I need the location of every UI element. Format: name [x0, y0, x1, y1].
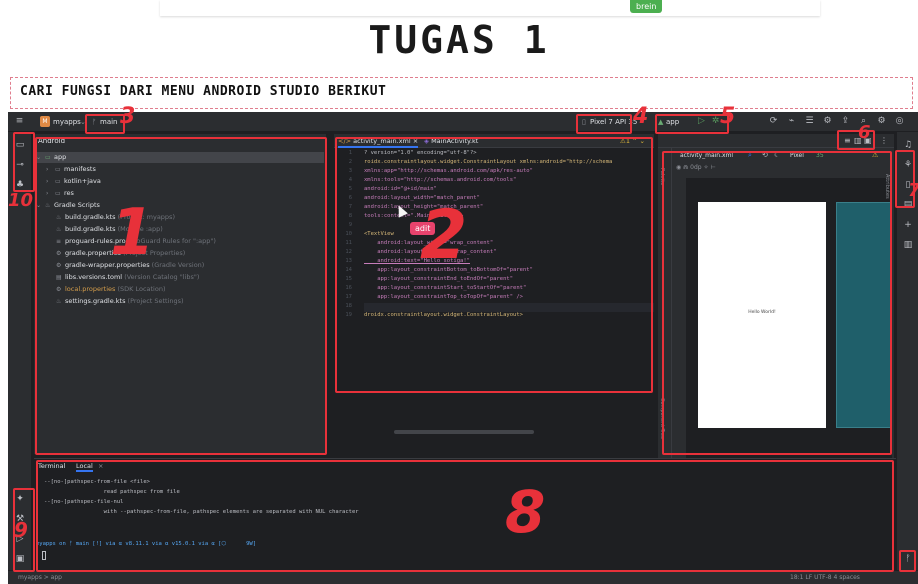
device-manager-icon[interactable]: ⚙ — [822, 116, 833, 127]
annotation-box-1 — [35, 137, 327, 455]
profiler-icon[interactable]: ⌁ — [786, 116, 797, 127]
annotation-number: 3 — [120, 104, 136, 129]
project-selector[interactable]: myapps — [53, 118, 81, 126]
sync-icon[interactable]: ⟳ — [768, 116, 779, 127]
slide-subtitle: CARI FUNGSI DARI MENU ANDROID STUDIO BER… — [20, 84, 387, 99]
sdk-manager-icon[interactable]: ⇪ — [840, 116, 851, 127]
annotation-number: 7 — [908, 180, 918, 201]
logcat-icon[interactable]: ☰ — [804, 116, 815, 127]
settings-gear-icon[interactable]: ⚙ — [876, 116, 887, 127]
hamburger-menu-icon[interactable]: ≡ — [14, 116, 25, 127]
annotation-number: 10 — [8, 190, 34, 211]
annotation-box-8 — [36, 460, 894, 572]
annotation-box-design — [662, 151, 892, 455]
annotation-box-3 — [85, 114, 125, 134]
annotation-number: 4 — [633, 104, 649, 129]
horizontal-scrollbar[interactable] — [394, 430, 534, 434]
device-explorer-icon[interactable]: ▥ — [901, 238, 915, 252]
annotation-number: 2 — [420, 196, 468, 275]
account-icon[interactable]: ◎ — [894, 116, 905, 127]
annotation-box-2 — [335, 137, 653, 393]
annotation-number: 6 — [858, 122, 871, 143]
annotation-number: 9 — [14, 518, 28, 542]
annotation-number: 8 — [505, 478, 546, 546]
breadcrumb[interactable]: myapps > app — [18, 574, 62, 581]
slide-title: TUGAS 1 — [368, 18, 550, 62]
slide-top-strip — [160, 0, 820, 16]
annotation-box-5 — [655, 114, 729, 134]
green-badge: brein — [630, 0, 663, 13]
annotation-number: 5 — [720, 104, 736, 129]
more-options-icon[interactable]: ⋮ — [880, 136, 888, 145]
project-avatar[interactable]: M — [40, 116, 50, 127]
annotation-box-corner — [899, 550, 916, 572]
annotation-number: 1 — [110, 196, 155, 270]
main-toolbar: ≡ M myapps ⌄ ᚠ main ▯ Pixel 7 API 35 ▲ a… — [8, 112, 918, 132]
annotation-box-4 — [576, 114, 632, 134]
status-bar: myapps > app 18:1 LF UTF-8 4 spaces — [8, 570, 918, 584]
add-icon[interactable]: + — [901, 218, 915, 232]
status-info[interactable]: 18:1 LF UTF-8 4 spaces — [790, 574, 860, 581]
annotation-box-10 — [13, 132, 35, 192]
